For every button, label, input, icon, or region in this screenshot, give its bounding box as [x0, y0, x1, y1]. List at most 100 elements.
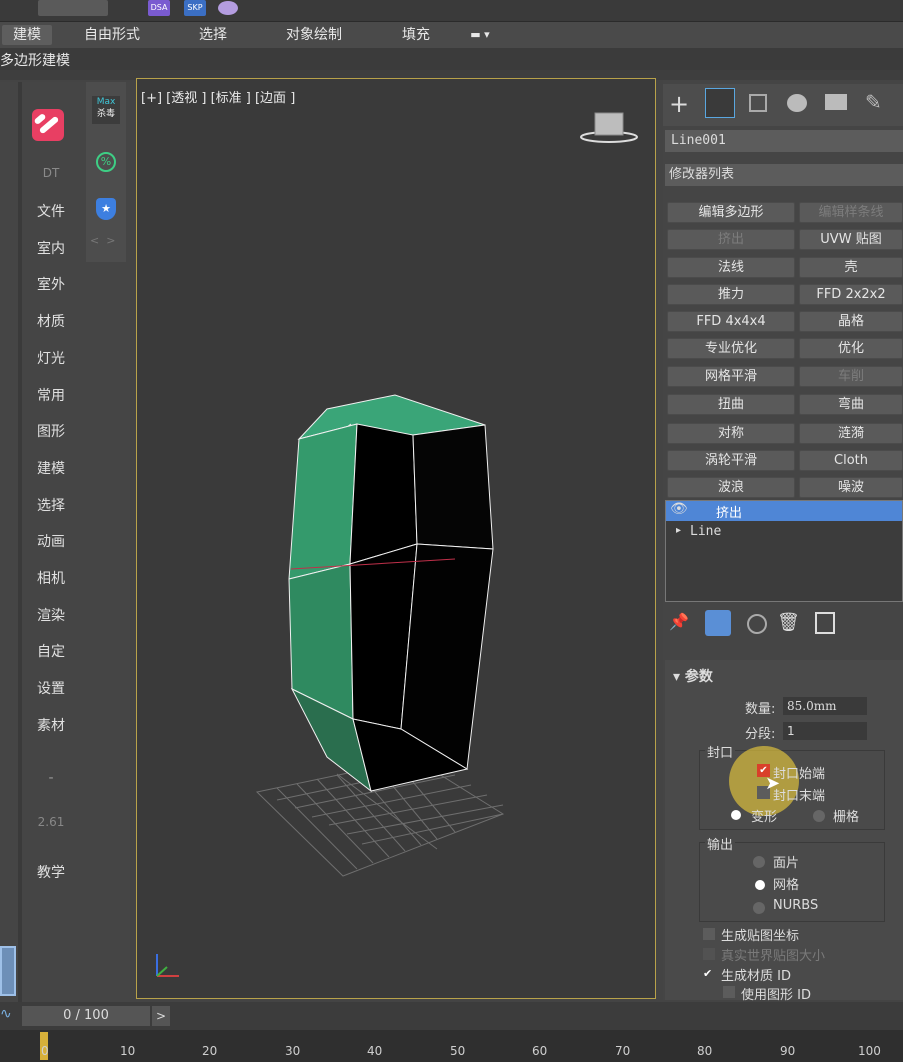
grid-radio[interactable]	[813, 810, 825, 822]
modifier-shell-button[interactable]: 壳	[799, 257, 903, 278]
use-shape-id-label[interactable]: 使用图形 ID	[741, 984, 811, 1003]
tick-label: 10	[120, 1044, 136, 1058]
modifier-wave-button[interactable]: 波浪	[667, 477, 795, 498]
create-tab-icon[interactable]: +	[669, 92, 689, 116]
nurbs-radio[interactable]	[753, 902, 765, 914]
selected-thumbnail[interactable]	[0, 946, 16, 996]
ribbon-options-icon[interactable]: ▬ ▾	[462, 25, 498, 45]
mesh-label[interactable]: 网格	[773, 874, 799, 893]
modifier-lathe-button[interactable]: 车削	[799, 366, 903, 387]
modifier-optimize-button[interactable]: 优化	[799, 338, 903, 359]
modifier-extrude-button[interactable]: 挤出	[667, 229, 795, 250]
modifier-list-dropdown[interactable]: 修改器列表	[665, 164, 903, 186]
time-slider[interactable]: 0 / 100	[22, 1006, 150, 1026]
gen-mat-id-checkbox[interactable]: ✔	[703, 968, 715, 980]
modifier-noise-button[interactable]: 噪波	[799, 477, 903, 498]
stack-item-line[interactable]: ▸ Line	[666, 523, 902, 543]
modifier-lattice-button[interactable]: 晶格	[799, 311, 903, 332]
command-panel: + ✎ Line001 修改器列表 编辑多边形 编辑样条线 挤出 UVW 贴图 …	[663, 80, 903, 1003]
modifier-normal-button[interactable]: 法线	[667, 257, 795, 278]
segments-spinner[interactable]: 1	[783, 722, 867, 740]
skp-icon[interactable]: SKP	[184, 0, 206, 16]
menu-interior[interactable]: 室内	[16, 238, 86, 258]
tab-freeform[interactable]: 自由形式	[70, 25, 154, 45]
cap-start-label[interactable]: 封口始端	[773, 763, 825, 782]
amount-spinner[interactable]: 85.0mm	[783, 697, 867, 715]
modify-tab-icon[interactable]	[705, 88, 735, 118]
cap-end-label[interactable]: 封口末端	[773, 785, 825, 804]
modifier-ripple-button[interactable]: 涟漪	[799, 423, 903, 444]
modifier-edit-poly-button[interactable]: 编辑多边形	[667, 202, 795, 223]
plugin-logo[interactable]	[32, 109, 64, 141]
hierarchy-tab-icon[interactable]	[749, 94, 767, 112]
menu-file[interactable]: 文件	[16, 201, 86, 221]
utilities-tab-icon[interactable]: ✎	[865, 90, 882, 114]
trash-icon[interactable]: 🗑	[777, 612, 800, 633]
menu-animation[interactable]: 动画	[16, 531, 86, 551]
modifier-turbosmooth-button[interactable]: 涡轮平滑	[667, 450, 795, 471]
arrows-icon[interactable]: < >	[90, 234, 115, 247]
menu-tutorial[interactable]: 教学	[16, 862, 86, 882]
real-world-checkbox[interactable]	[703, 948, 715, 960]
modifier-twist-button[interactable]: 扭曲	[667, 394, 795, 415]
perspective-viewport[interactable]: [+] [透视 ] [标准 ] [边面 ]	[136, 78, 656, 999]
patch-label[interactable]: 面片	[773, 852, 799, 871]
next-frame-icon[interactable]: >	[152, 1006, 170, 1026]
stack-item-extrude[interactable]: 👁 挤出	[666, 501, 902, 521]
gen-map-coords-checkbox[interactable]	[703, 928, 715, 940]
make-unique-icon[interactable]	[747, 614, 767, 634]
grid-label[interactable]: 栅格	[833, 806, 859, 825]
tab-object-paint[interactable]: 对象绘制	[270, 25, 358, 45]
gen-mat-id-label[interactable]: 生成材质 ID	[721, 965, 791, 984]
menu-customize[interactable]: 自定	[16, 641, 86, 661]
menu-settings[interactable]: 设置	[16, 678, 86, 698]
modifier-cloth-button[interactable]: Cloth	[799, 450, 903, 471]
modifier-ffd2-button[interactable]: FFD 2x2x2	[799, 284, 903, 305]
toolbar-icons[interactable]	[38, 0, 108, 16]
max-antivirus-button[interactable]: Max 杀毒	[92, 96, 120, 124]
modifier-bend-button[interactable]: 弯曲	[799, 394, 903, 415]
menu-select[interactable]: 选择	[16, 495, 86, 515]
eye-icon[interactable]: 👁	[670, 501, 688, 517]
gen-map-coords-label[interactable]: 生成贴图坐标	[721, 925, 799, 944]
mesh-radio[interactable]	[755, 880, 765, 890]
flower-icon[interactable]	[218, 1, 238, 15]
motion-tab-icon[interactable]	[787, 94, 807, 112]
percent-icon[interactable]: %	[96, 152, 116, 172]
tab-modeling[interactable]: 建模	[2, 25, 52, 45]
modifier-ffd4-button[interactable]: FFD 4x4x4	[667, 311, 795, 332]
patch-radio[interactable]	[753, 856, 765, 868]
tab-selection[interactable]: 选择	[180, 25, 246, 45]
modifier-meshsmooth-button[interactable]: 网格平滑	[667, 366, 795, 387]
menu-common[interactable]: 常用	[16, 385, 86, 405]
display-tab-icon[interactable]	[825, 94, 847, 110]
modifier-pro-optimizer-button[interactable]: 专业优化	[667, 338, 795, 359]
configure-sets-icon[interactable]	[815, 612, 835, 634]
tab-populate[interactable]: 填充	[388, 25, 444, 45]
menu-material[interactable]: 材质	[16, 311, 86, 331]
show-end-result-icon[interactable]	[705, 610, 731, 636]
modifier-symmetry-button[interactable]: 对称	[667, 423, 795, 444]
modifier-uvw-map-button[interactable]: UVW 贴图	[799, 229, 903, 250]
morph-label[interactable]: 变形	[751, 806, 777, 825]
use-shape-id-checkbox[interactable]	[723, 986, 735, 998]
menu-camera[interactable]: 相机	[16, 568, 86, 588]
curve-editor-icon[interactable]: ∿	[0, 1006, 18, 1026]
menu-light[interactable]: 灯光	[16, 348, 86, 368]
menu-exterior[interactable]: 室外	[16, 274, 86, 294]
expand-icon[interactable]: ▸	[676, 525, 681, 536]
nurbs-label[interactable]: NURBS	[773, 898, 818, 913]
dsa-icon[interactable]: DSA	[148, 0, 170, 16]
params-title[interactable]: ▾ 参数	[673, 666, 713, 686]
menu-assets[interactable]: 素材	[16, 715, 86, 735]
menu-render[interactable]: 渲染	[16, 605, 86, 625]
real-world-label[interactable]: 真实世界贴图大小	[721, 945, 825, 964]
modifier-push-button[interactable]: 推力	[667, 284, 795, 305]
shield-icon[interactable]: ★	[96, 198, 116, 220]
pin-stack-icon[interactable]: 📌	[669, 612, 689, 631]
menu-shape[interactable]: 图形	[16, 421, 86, 441]
modifier-edit-spline-button[interactable]: 编辑样条线	[799, 202, 903, 223]
morph-radio[interactable]	[731, 810, 741, 820]
menu-modeling[interactable]: 建模	[16, 458, 86, 478]
object-name-field[interactable]: Line001	[665, 130, 903, 152]
